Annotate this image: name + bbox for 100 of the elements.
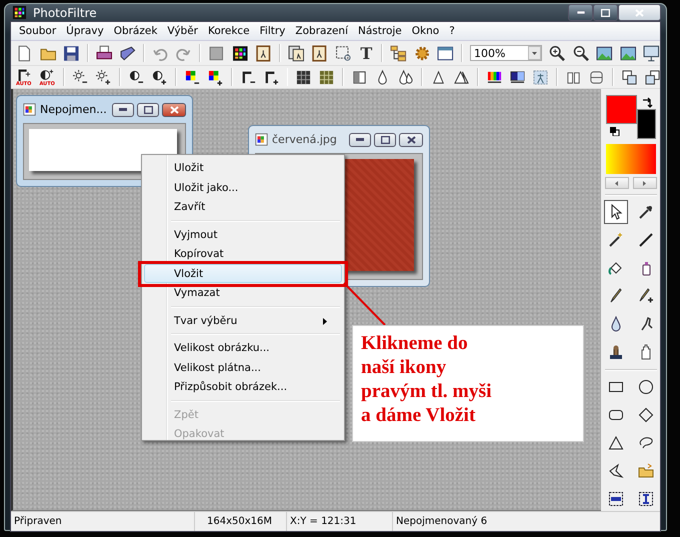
minimize-icon xyxy=(576,11,584,14)
printer-icon[interactable] xyxy=(96,44,112,62)
menu-item[interactable]: Nástroje xyxy=(354,25,408,37)
tree-icon[interactable] xyxy=(390,44,407,62)
maximize-icon xyxy=(144,106,152,114)
corner-plus-minus-icon[interactable] xyxy=(16,68,31,82)
menu-item[interactable]: Velikost plátna... xyxy=(144,358,342,377)
cylinder-icon[interactable] xyxy=(589,68,604,86)
text-tool-button[interactable]: T xyxy=(358,44,374,62)
drops-icon[interactable] xyxy=(398,68,414,86)
previous-button[interactable] xyxy=(604,177,628,189)
gradient-swatch[interactable] xyxy=(606,144,656,174)
menu-item[interactable]: ? xyxy=(445,25,461,37)
background-color-swatch[interactable] xyxy=(636,109,656,139)
maximize-icon xyxy=(380,136,390,144)
maximize-button[interactable] xyxy=(374,132,396,146)
swap-arrows-icon[interactable] xyxy=(642,97,652,108)
window-icon[interactable] xyxy=(437,44,454,62)
color-squares-minus-icon[interactable] xyxy=(184,68,200,86)
framed-figure-icon[interactable] xyxy=(311,44,328,62)
page-icon[interactable] xyxy=(16,44,33,62)
close-icon xyxy=(170,106,178,114)
minimize-button[interactable] xyxy=(349,132,371,146)
menu-item[interactable]: Zavřít xyxy=(144,197,342,216)
zoom-out-icon[interactable] xyxy=(572,44,590,62)
image-icon xyxy=(255,133,268,146)
sun-minus-icon[interactable] xyxy=(72,68,88,86)
triangle-icon[interactable] xyxy=(431,68,446,86)
menu-item[interactable]: Okno xyxy=(408,25,446,37)
overlapping-pages-icon[interactable] xyxy=(645,68,660,86)
menu-item[interactable]: Vyjmout xyxy=(144,224,342,244)
minimize-icon xyxy=(356,138,364,141)
menu-item[interactable]: Zobrazení xyxy=(291,25,354,37)
image-icon xyxy=(23,103,36,116)
left-arrow-icon xyxy=(615,180,618,186)
maximize-button[interactable] xyxy=(593,4,618,21)
picture-icon[interactable] xyxy=(620,44,636,62)
menu-item[interactable]: Kopírovat xyxy=(144,244,342,264)
menu-item[interactable]: Obrázek xyxy=(110,25,164,37)
half-circle-plus-minus-icon[interactable] xyxy=(40,68,54,82)
menu-item[interactable]: Korekce xyxy=(204,25,256,37)
submenu-arrow-icon xyxy=(323,318,327,324)
close-icon xyxy=(406,136,416,144)
reset-colors-icon[interactable] xyxy=(610,127,620,136)
zoom-dropdown[interactable]: 100% xyxy=(470,45,542,61)
grid-icon[interactable] xyxy=(319,68,334,86)
color-squares-plus-icon[interactable] xyxy=(208,68,223,86)
status-field: X:Y = 121:31 xyxy=(287,512,393,531)
menu-item[interactable]: Výběr xyxy=(163,25,204,37)
half-circle-plus-icon[interactable] xyxy=(152,68,167,86)
sun-plus-icon[interactable] xyxy=(96,68,111,86)
gradient-bar-icon[interactable] xyxy=(510,68,526,86)
close-icon xyxy=(635,8,644,16)
color-grid-icon xyxy=(12,5,27,20)
close-button[interactable] xyxy=(618,4,661,21)
status-field: 164x50x16M xyxy=(195,512,287,531)
grid-icon[interactable] xyxy=(296,68,312,86)
maximize-button[interactable] xyxy=(137,102,159,116)
minimize-button[interactable] xyxy=(568,4,593,21)
leader-line xyxy=(343,282,386,326)
minimize-button[interactable] xyxy=(112,102,134,116)
menu-item[interactable]: Filtry xyxy=(256,25,292,37)
figure-icon[interactable] xyxy=(533,68,548,86)
maximize-icon xyxy=(601,8,610,16)
corner-plus-icon[interactable] xyxy=(264,68,279,86)
gear-icon[interactable] xyxy=(414,44,430,62)
next-button[interactable] xyxy=(632,177,656,189)
shaded-square-icon[interactable] xyxy=(208,44,225,62)
menu-item[interactable]: Tvar výběru xyxy=(144,310,342,330)
right-arrow-icon xyxy=(643,180,646,186)
close-button[interactable] xyxy=(162,102,186,116)
overlapping-pages-icon[interactable] xyxy=(622,68,638,86)
status-field: Připraven xyxy=(11,512,195,531)
menu-item[interactable]: Přizpůsobit obrázek... xyxy=(144,377,342,396)
zoom-in-icon[interactable] xyxy=(549,44,566,62)
framed-figures-icon[interactable] xyxy=(288,44,304,62)
corner-minus-icon[interactable] xyxy=(240,68,256,86)
document-title: červená.jpg xyxy=(272,133,338,146)
close-button[interactable] xyxy=(399,132,423,146)
minimize-icon xyxy=(119,108,127,111)
menu-item[interactable]: Vložit xyxy=(144,264,342,283)
foreground-color-swatch[interactable] xyxy=(606,95,636,124)
framed-figure-icon[interactable] xyxy=(255,44,272,62)
menu-item[interactable]: Úpravy xyxy=(62,25,110,37)
menu-item[interactable]: Velikost obrázku... xyxy=(144,338,342,358)
window-title: PhotoFiltre xyxy=(33,6,98,20)
document-title: Nepojmen... xyxy=(40,103,108,116)
half-shaded-square-icon[interactable] xyxy=(352,68,368,86)
dashed-selection-icon[interactable] xyxy=(334,44,352,62)
picture-icon[interactable] xyxy=(596,44,613,62)
annotation-text: Klikneme do naší ikony pravým tl. myši a dáme Vložit xyxy=(352,325,584,442)
pointer-icon[interactable] xyxy=(604,200,628,224)
half-circle-minus-icon[interactable] xyxy=(128,68,144,86)
color-grid-icon[interactable] xyxy=(232,44,248,62)
menu-item[interactable]: Uložit jako... xyxy=(144,178,342,197)
menu-item[interactable]: Vymazat xyxy=(144,283,342,302)
menu-item[interactable]: Soubor xyxy=(15,25,62,37)
triangles-icon[interactable] xyxy=(454,68,470,86)
menu-item[interactable]: Uložit xyxy=(144,158,342,178)
projector-screen-icon[interactable] xyxy=(643,44,660,62)
